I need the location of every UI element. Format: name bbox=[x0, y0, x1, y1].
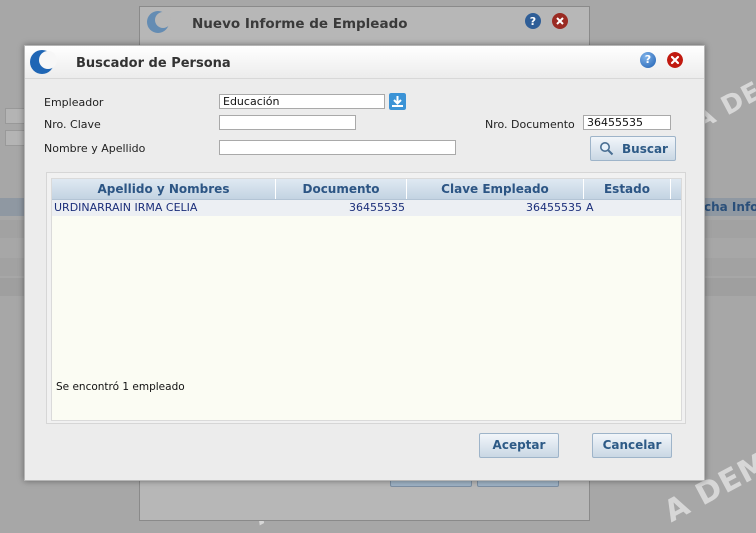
column-header-clave[interactable]: Clave Empleado bbox=[407, 179, 584, 199]
column-header-estado[interactable]: Estado bbox=[584, 179, 671, 199]
cancel-button[interactable]: Cancelar bbox=[592, 433, 672, 458]
clave-label: Nro. Clave bbox=[44, 118, 101, 131]
column-header-nombre[interactable]: Apellido y Nombres bbox=[52, 179, 276, 199]
search-button-label: Buscar bbox=[622, 142, 668, 156]
svg-text:?: ? bbox=[530, 15, 536, 28]
grid-header: Apellido y Nombres Documento Clave Emple… bbox=[52, 179, 681, 200]
empleador-field[interactable] bbox=[219, 94, 385, 109]
help-icon: ? bbox=[525, 13, 541, 29]
documento-label: Nro. Documento bbox=[485, 118, 575, 131]
cell-clave: 36455535 bbox=[526, 201, 582, 214]
help-icon[interactable]: ? bbox=[640, 52, 656, 68]
dialog-titlebar[interactable]: Buscador de Persona ? bbox=[25, 46, 704, 79]
results-status: Se encontró 1 empleado bbox=[56, 381, 185, 393]
close-icon[interactable] bbox=[667, 52, 683, 68]
column-header-documento[interactable]: Documento bbox=[276, 179, 407, 199]
results-grid: Apellido y Nombres Documento Clave Emple… bbox=[51, 178, 682, 421]
documento-field[interactable] bbox=[583, 115, 671, 130]
cell-estado: A bbox=[586, 201, 594, 214]
clave-field[interactable] bbox=[219, 115, 356, 130]
dialog-title: Buscador de Persona bbox=[76, 56, 231, 71]
nombre-field[interactable] bbox=[219, 140, 456, 155]
results-panel: Apellido y Nombres Documento Clave Emple… bbox=[46, 172, 686, 424]
buscador-dialog: Buscador de Persona ? Empleador Nro. Cla… bbox=[24, 45, 705, 481]
cell-documento: 36455535 bbox=[349, 201, 405, 214]
bg-column-header: cha Info bbox=[704, 200, 756, 214]
search-button[interactable]: Buscar bbox=[590, 136, 676, 161]
table-row[interactable]: URDINARRAIN IRMA CELIA 36455535 36455535… bbox=[52, 200, 681, 216]
background-dialog-title: Nuevo Informe de Empleado bbox=[192, 16, 408, 32]
cell-nombre: URDINARRAIN IRMA CELIA bbox=[54, 201, 198, 214]
close-icon bbox=[552, 13, 568, 29]
logo-icon bbox=[30, 50, 57, 74]
search-icon bbox=[600, 142, 614, 156]
nombre-label: Nombre y Apellido bbox=[44, 142, 146, 155]
accept-button[interactable]: Aceptar bbox=[479, 433, 559, 458]
download-icon[interactable] bbox=[389, 93, 406, 110]
empleador-label: Empleador bbox=[44, 96, 104, 109]
logo-icon bbox=[147, 11, 171, 33]
